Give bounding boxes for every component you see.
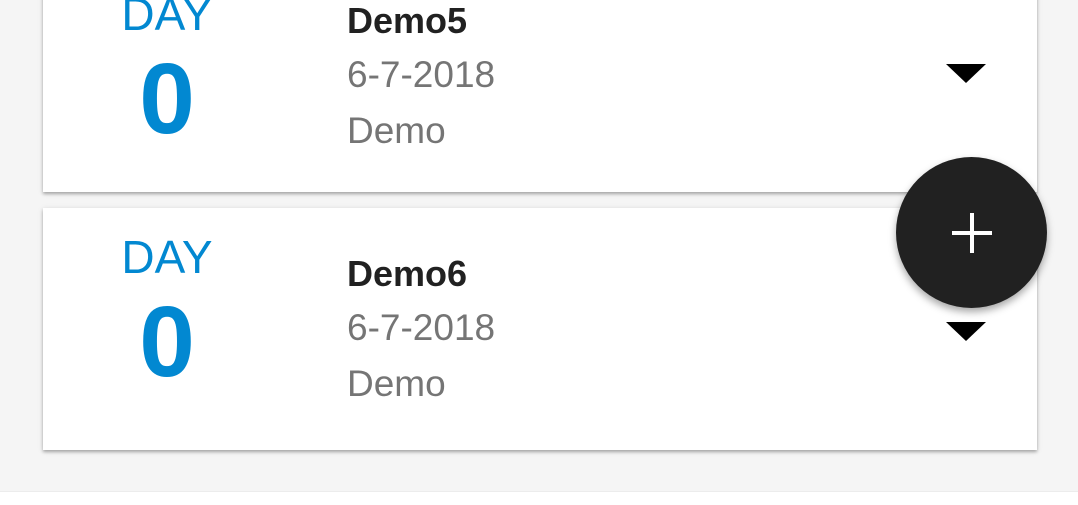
day-label: DAY: [121, 231, 213, 283]
arrow-drop-down-icon[interactable]: [946, 322, 986, 341]
day-count: 0: [139, 286, 195, 398]
event-date: 6-7-2018: [347, 307, 496, 348]
plus-icon: [951, 212, 992, 253]
add-event-button[interactable]: [896, 157, 1047, 308]
day-count: 0: [139, 43, 195, 155]
day-counter: DAY 0: [43, 0, 291, 154]
event-info: Demo6 6-7-2018 Demo: [347, 250, 495, 412]
event-list-screen: DAY 0 Demo5 6-7-2018 Demo DAY 0 Demo6 6-…: [0, 0, 1078, 505]
arrow-drop-down-icon[interactable]: [946, 64, 986, 83]
event-card[interactable]: DAY 0 Demo5 6-7-2018 Demo: [43, 0, 1037, 192]
bottom-bar: [0, 491, 1078, 505]
event-description: Demo: [347, 363, 446, 404]
day-label: DAY: [121, 0, 213, 40]
day-counter: DAY 0: [43, 231, 291, 397]
event-card[interactable]: DAY 0 Demo6 6-7-2018 Demo: [43, 208, 1037, 450]
event-description: Demo: [347, 110, 446, 151]
event-title: Demo6: [347, 253, 468, 294]
event-date: 6-7-2018: [347, 54, 496, 95]
event-info: Demo5 6-7-2018 Demo: [347, 0, 495, 159]
event-title: Demo5: [347, 0, 468, 41]
